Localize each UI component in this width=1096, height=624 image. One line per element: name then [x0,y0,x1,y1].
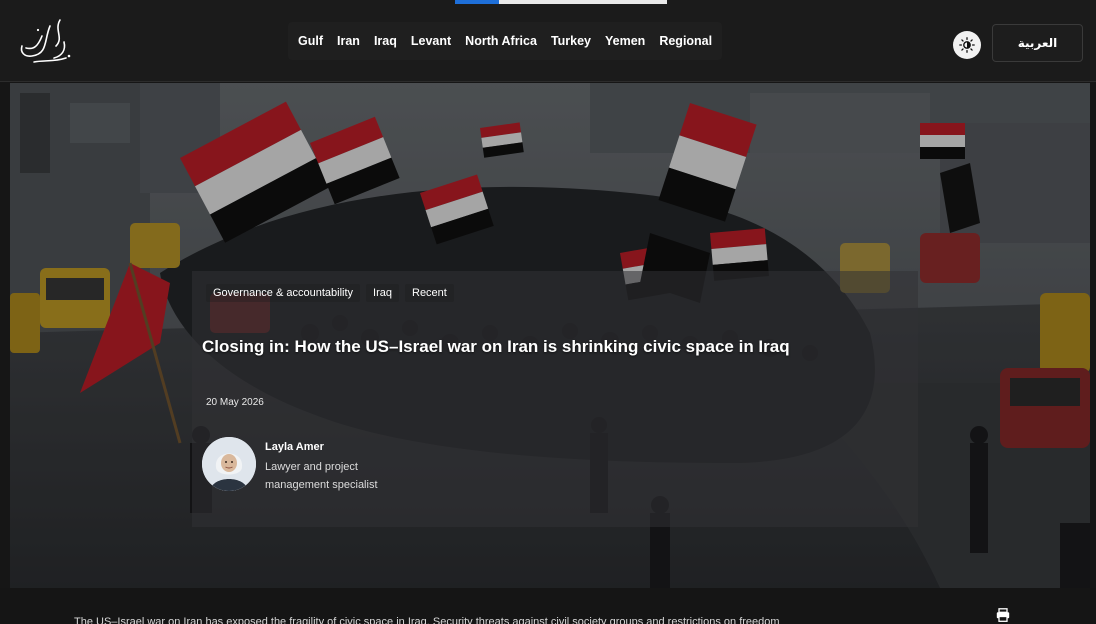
nav-item-north-africa[interactable]: North Africa [465,34,537,48]
brightness-icon [959,37,975,53]
article-card: Governance & accountability Iraq Recent … [192,271,918,527]
theme-toggle-button[interactable] [953,31,981,59]
site-header: Gulf Iran Iraq Levant North Africa Turke… [0,0,1096,82]
nav-item-regional[interactable]: Regional [659,34,712,48]
nav-item-yemen[interactable]: Yemen [605,34,645,48]
author-portrait [202,437,256,491]
tag-recent[interactable]: Recent [405,284,454,302]
page: Gulf Iran Iraq Levant North Africa Turke… [0,0,1096,624]
print-icon[interactable] [996,608,1010,622]
article-summary: The US–Israel war on Iran has exposed th… [74,616,780,624]
tag-iraq[interactable]: Iraq [366,284,399,302]
nav-item-gulf[interactable]: Gulf [298,34,323,48]
hero-image: Governance & accountability Iraq Recent … [10,83,1090,588]
top-progress-accent [455,0,667,4]
nav-item-levant[interactable]: Levant [411,34,451,48]
author-title: Lawyer and project management specialist [265,461,378,491]
article-date: 20 May 2026 [206,397,264,408]
tag-list: Governance & accountability Iraq Recent [206,284,454,302]
calligraphy-logo-icon[interactable] [14,16,74,66]
nav-item-iraq[interactable]: Iraq [374,34,397,48]
language-switch-button[interactable]: العربية [992,24,1083,62]
article-title: Closing in: How the US–Israel war on Ira… [202,337,790,356]
article-summary-strip: The US–Israel war on Iran has exposed th… [0,588,1096,624]
tag-governance[interactable]: Governance & accountability [206,284,361,302]
nav-item-turkey[interactable]: Turkey [551,34,591,48]
nav-item-iran[interactable]: Iran [337,34,360,48]
main-nav: Gulf Iran Iraq Levant North Africa Turke… [288,22,723,60]
author-name[interactable]: Layla Amer [265,441,324,453]
author-avatar[interactable] [202,437,256,491]
